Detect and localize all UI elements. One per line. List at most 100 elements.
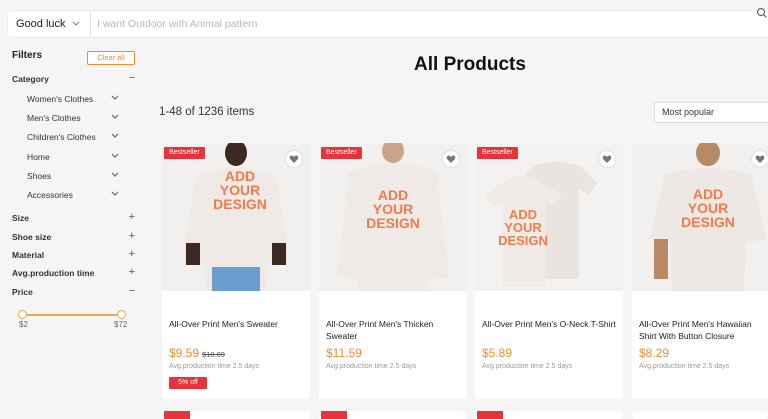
filter-section-size[interactable]: Size + [12, 211, 135, 227]
filter-section-shoe-size[interactable]: Shoe size + [12, 230, 135, 246]
filter-section-price[interactable]: Price − [12, 285, 135, 301]
category-item[interactable]: Home [27, 152, 119, 166]
design-placeholder: ADD YOUR DESIGN [493, 208, 553, 247]
category-item-label: Shoes [27, 171, 52, 181]
product-card[interactable]: Bestseller ADD YOUR DESIGN All-Over Prin… [475, 143, 623, 399]
search-scope-label: Good luck [16, 18, 66, 30]
category-item-label: Accessories [27, 190, 73, 200]
bestseller-badge [477, 411, 503, 419]
price-min-label: $2 [19, 320, 28, 329]
price-current: $11.59 [326, 346, 362, 360]
collapse-icon[interactable]: − [129, 72, 135, 84]
design-text-line: DESIGN [498, 233, 548, 248]
category-item-label: Home [27, 152, 50, 162]
product-title[interactable]: All-Over Print Men's Hawaiian Shirt With… [639, 318, 767, 342]
filter-section-label: Category [12, 74, 49, 84]
design-placeholder: ADD YOUR DESIGN [678, 187, 738, 229]
discount-badge: 5% off [169, 377, 207, 389]
product-price: $8.29 [639, 346, 669, 360]
bestseller-badge [321, 411, 347, 419]
price-slider-track[interactable] [22, 314, 122, 316]
top-search-bar: Good luck [0, 0, 768, 44]
design-text-line: ADD [692, 186, 724, 202]
design-placeholder: ADD YOUR DESIGN [363, 188, 423, 230]
bestseller-badge: Bestseller [477, 147, 518, 159]
chevron-down-icon[interactable] [111, 152, 119, 161]
search-scope-select[interactable]: Good luck [8, 11, 91, 37]
production-time: Avg.production time 2.5 days [326, 363, 417, 370]
design-text-line: DESIGN [213, 196, 267, 212]
sort-select[interactable]: Most popular [654, 102, 768, 123]
category-item[interactable]: Children's Clothes [27, 132, 119, 146]
category-item[interactable]: Accessories [27, 190, 119, 204]
chevron-down-icon[interactable] [111, 190, 119, 199]
heart-icon[interactable] [752, 151, 768, 167]
filter-section-material[interactable]: Material + [12, 248, 135, 264]
expand-icon[interactable]: + [129, 266, 135, 278]
product-card[interactable] [319, 411, 467, 419]
filters-header: Filters Clear all [12, 48, 137, 66]
heart-icon[interactable] [443, 151, 459, 167]
chevron-down-icon[interactable] [111, 94, 119, 103]
price-max-label: $72 [114, 320, 128, 329]
price-range-slider[interactable]: $2 $72 [16, 310, 130, 330]
product-price: $9.59 $10.09 [169, 346, 225, 360]
chevron-down-icon[interactable] [111, 113, 119, 122]
search-box: Good luck [8, 11, 768, 37]
chevron-down-icon [72, 19, 80, 29]
clear-all-button[interactable]: Clear all [87, 51, 135, 65]
design-placeholder: ADD YOUR DESIGN [210, 169, 270, 211]
design-text-line: ADD [224, 168, 256, 184]
product-price: $5.89 [482, 346, 512, 360]
design-text-line: YOUR [372, 201, 414, 217]
filter-section-label: Price [12, 287, 33, 297]
price-current: $8.29 [639, 346, 670, 360]
product-title[interactable]: All-Over Print Men's Sweater [169, 318, 305, 330]
filter-section-label: Shoe size [12, 232, 52, 242]
product-card[interactable]: ADD YOUR DESIGN All-Over Print Men's Haw… [632, 143, 768, 399]
product-card[interactable]: Bestseller ADD YOUR DESIGN All-Over Prin… [319, 143, 467, 399]
price-max-handle[interactable] [117, 310, 126, 319]
product-card[interactable]: Bestseller ADD YOUR DESIGN All-Over Prin… [162, 143, 310, 399]
chevron-down-icon[interactable] [111, 132, 119, 141]
expand-icon[interactable]: + [129, 248, 135, 260]
price-current: $9.59 [169, 346, 200, 360]
production-time: Avg.production time 2.5 days [639, 363, 730, 370]
price-old: $10.09 [202, 350, 225, 359]
expand-icon[interactable]: + [129, 211, 135, 223]
category-item[interactable]: Shoes [27, 171, 119, 185]
product-card[interactable] [632, 411, 768, 419]
product-card[interactable] [475, 411, 623, 419]
chevron-down-icon[interactable] [111, 171, 119, 180]
page-title: All Products [414, 54, 526, 75]
filter-sidebar: Filters Clear all Category − Women's Clo… [0, 44, 145, 419]
filter-section-production-time[interactable]: Avg.production time + [12, 266, 135, 282]
product-title[interactable]: All-Over Print Men's O-Neck T-Shirt [482, 318, 618, 330]
price-min-handle[interactable] [18, 310, 27, 319]
product-card[interactable] [162, 411, 310, 419]
filter-section-category[interactable]: Category − [12, 72, 135, 88]
product-title[interactable]: All-Over Print Men's Thicken Sweater [326, 318, 462, 342]
heart-icon[interactable] [599, 151, 615, 167]
search-icon[interactable] [756, 6, 768, 18]
category-item-label: Men's Clothes [27, 113, 81, 123]
expand-icon[interactable]: + [129, 230, 135, 242]
design-text-line: DESIGN [681, 214, 735, 230]
filters-title: Filters [12, 50, 43, 61]
bestseller-badge [164, 411, 190, 419]
category-item-label: Women's Clothes [27, 94, 94, 104]
design-text-line: YOUR [687, 200, 729, 216]
search-input[interactable] [91, 11, 768, 37]
bestseller-badge: Bestseller [321, 147, 362, 159]
bestseller-badge: Bestseller [164, 147, 205, 159]
design-text-line: DESIGN [366, 215, 420, 231]
production-time: Avg.production time 2.5 days [169, 363, 260, 370]
design-text-line: YOUR [219, 182, 261, 198]
heart-icon[interactable] [286, 151, 302, 167]
category-item[interactable]: Women's Clothes [27, 94, 119, 108]
category-item-label: Children's Clothes [27, 132, 96, 142]
design-text-line: ADD [377, 187, 409, 203]
product-price: $11.59 [326, 346, 362, 360]
collapse-icon[interactable]: − [129, 285, 135, 297]
category-item[interactable]: Men's Clothes [27, 113, 119, 127]
